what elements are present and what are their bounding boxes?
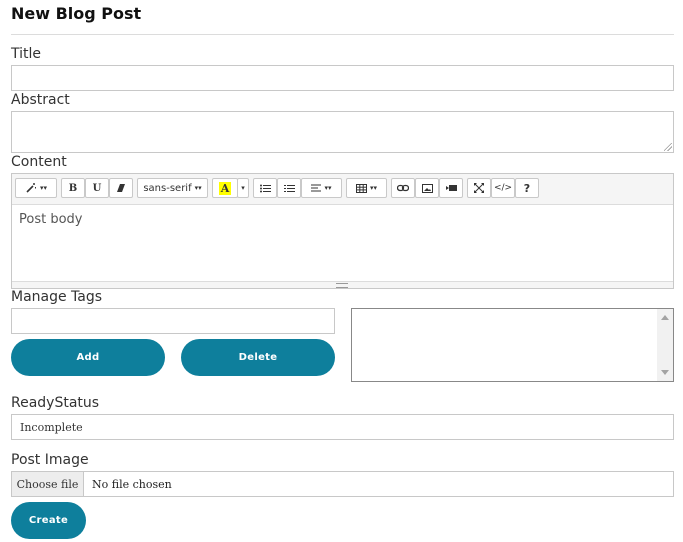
video-button[interactable] (439, 178, 463, 198)
unordered-list-icon (259, 184, 271, 193)
title-label: Title (11, 46, 42, 62)
font-name-dropdown[interactable]: sans-serif ▾▾ (137, 178, 208, 198)
resize-grip-icon (336, 283, 348, 288)
editor-body[interactable]: Post body (19, 212, 82, 227)
picture-icon (421, 183, 433, 193)
ready-status-value: Incomplete (20, 421, 83, 434)
editor-toolbar: ▾▾ B U sans-serif ▾▾ A ▾ ▾▾ ▾▾ </> ? (12, 174, 673, 205)
title-divider (11, 34, 674, 35)
link-button[interactable] (391, 178, 415, 198)
editor-resize-bar[interactable] (12, 281, 673, 288)
ready-status-select[interactable]: Incomplete (11, 414, 674, 440)
video-icon (445, 184, 457, 192)
fullscreen-icon (474, 183, 484, 193)
tag-list-scrollbar[interactable] (657, 309, 673, 381)
chevron-down-icon: ▾▾ (39, 184, 48, 192)
table-dropdown[interactable]: ▾▾ (346, 178, 387, 198)
bold-button[interactable]: B (61, 178, 85, 198)
delete-tag-button[interactable]: Delete (181, 339, 335, 376)
post-image-file-input[interactable]: Choose file No file chosen (11, 471, 674, 497)
tag-input[interactable] (11, 308, 335, 334)
file-status-text: No file chosen (92, 478, 172, 491)
help-button[interactable]: ? (515, 178, 539, 198)
scroll-up-icon[interactable] (661, 315, 669, 320)
chevron-down-icon: ▾▾ (194, 184, 202, 192)
content-label: Content (11, 154, 67, 170)
add-tag-button[interactable]: Add (11, 339, 165, 376)
ordered-list-button[interactable] (277, 178, 301, 198)
chevron-down-icon: ▾▾ (324, 184, 332, 192)
chevron-down-icon: ▾▾ (369, 184, 378, 192)
resize-grip-icon[interactable] (664, 143, 672, 151)
title-input[interactable] (11, 65, 674, 91)
abstract-label: Abstract (11, 92, 70, 108)
font-color-button[interactable]: A (212, 178, 238, 198)
scroll-down-icon[interactable] (661, 370, 669, 375)
underline-button[interactable]: U (85, 178, 109, 198)
chevron-down-icon: ▾ (241, 184, 245, 192)
font-color-letter: A (218, 181, 232, 195)
ready-status-label: ReadyStatus (11, 395, 100, 411)
codeview-button[interactable]: </> (491, 178, 515, 198)
link-icon (397, 184, 409, 192)
post-image-label: Post Image (11, 452, 89, 468)
clear-format-button[interactable] (109, 178, 133, 198)
font-name-value: sans-serif (143, 182, 192, 194)
tag-list[interactable] (351, 308, 674, 382)
style-dropdown-button[interactable]: ▾▾ (15, 178, 57, 198)
paragraph-dropdown[interactable]: ▾▾ (301, 178, 342, 198)
eraser-icon (116, 183, 126, 193)
picture-button[interactable] (415, 178, 439, 198)
magic-wand-icon (25, 182, 37, 194)
ordered-list-icon (283, 184, 295, 193)
unordered-list-button[interactable] (253, 178, 277, 198)
table-icon (355, 183, 367, 193)
create-button[interactable]: Create (11, 502, 86, 539)
page-title: New Blog Post (11, 4, 142, 23)
choose-file-button[interactable]: Choose file (12, 472, 84, 496)
new-blog-post-page: New Blog Post Title Abstract Content ▾▾ … (0, 0, 683, 542)
abstract-textarea[interactable] (11, 111, 674, 153)
rich-text-editor: ▾▾ B U sans-serif ▾▾ A ▾ ▾▾ ▾▾ </> ? Pos… (11, 173, 674, 289)
align-left-icon (311, 184, 322, 192)
fullscreen-button[interactable] (467, 178, 491, 198)
manage-tags-label: Manage Tags (11, 289, 103, 305)
font-color-dropdown[interactable]: ▾ (237, 178, 249, 198)
